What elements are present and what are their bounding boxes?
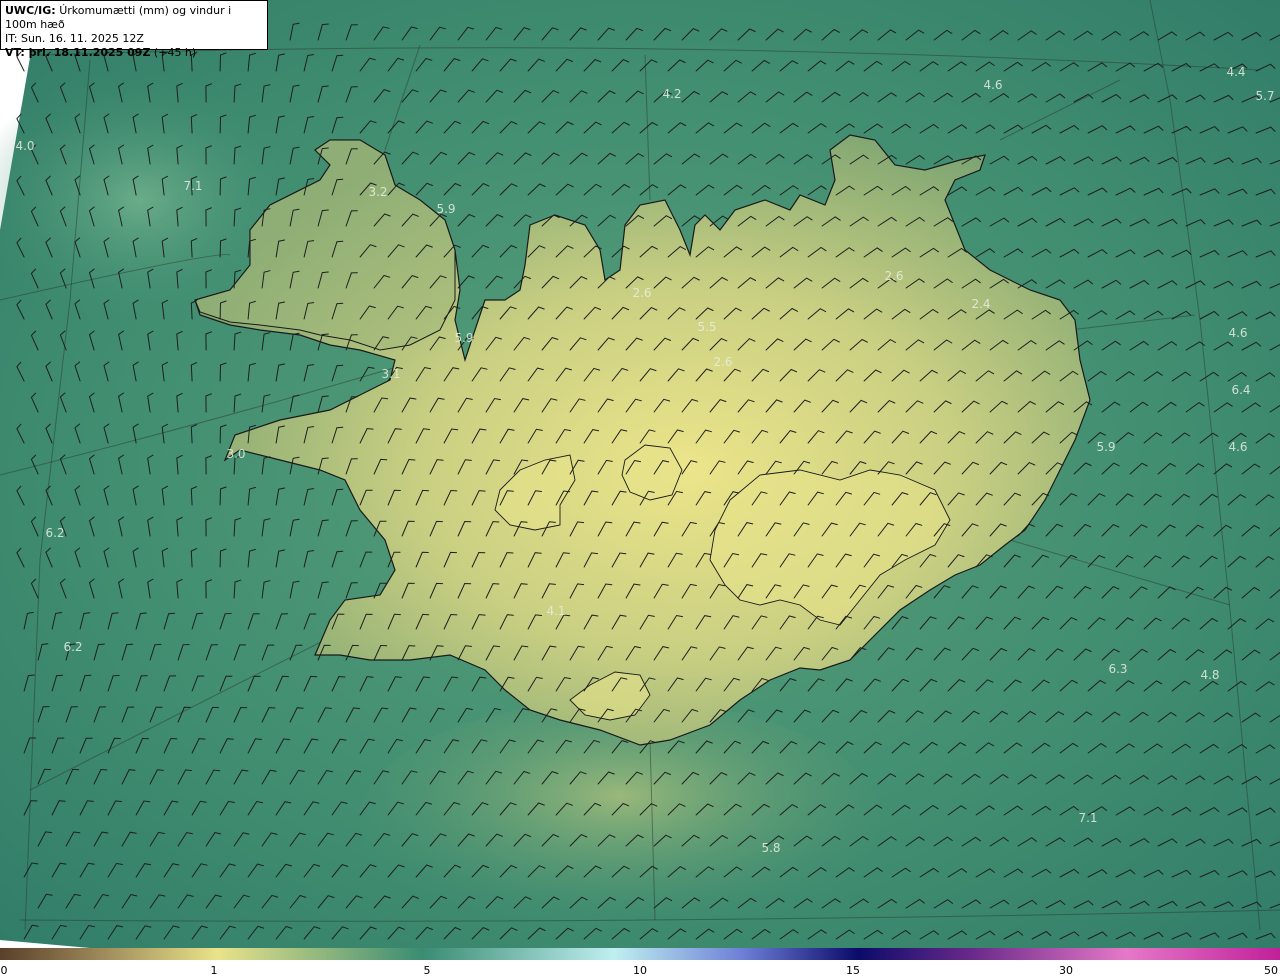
valid-time-line: VT: þri. 18.11.2025 09Z (+45 h) (5, 46, 263, 60)
colorbar-tick-label: 5 (423, 964, 431, 977)
colorbar-tick-label: 1 (210, 964, 218, 977)
initial-time: IT: Sun. 16. 11. 2025 12Z (5, 32, 144, 45)
precip-value-label: 4.2 (662, 87, 681, 101)
weather-map: 4.0 7.1 3.2 5.9 4.2 4.6 4.4 5.7 2.6 2.6 5.5 2.4 5.9 2… (0, 0, 1280, 948)
map-canvas: 4.0 7.1 3.2 5.9 4.2 4.6 4.4 5.7 2.6 2.6 5.5 2.4 5.9 2… (0, 0, 1280, 948)
colorbar-tick-label: 50 (1264, 964, 1278, 977)
precip-value-label: 2.4 (971, 297, 990, 311)
colorbar-gradient (0, 948, 1280, 960)
colorbar-tick-label: 30 (1059, 964, 1073, 977)
precip-value-label: 5.8 (761, 841, 780, 855)
precip-value-label: 4.6 (1228, 440, 1247, 454)
precip-value-label: 4.6 (1228, 326, 1247, 340)
precip-value-label: 4.0 (15, 139, 34, 153)
precip-value-label: 6.2 (45, 526, 64, 540)
precip-value-label: 2.6 (632, 286, 651, 300)
colorbar-tick-label: 15 (846, 964, 860, 977)
precip-value-label: 3.2 (368, 185, 387, 199)
precip-value-label: 2.6 (713, 355, 732, 369)
precip-value-label: 4.6 (983, 78, 1002, 92)
precip-value-label: 4.4 (1226, 65, 1245, 79)
precip-value-label: 5.7 (1255, 89, 1274, 103)
forecast-hour: (+45 h) (150, 46, 197, 59)
valid-time: VT: þri. 18.11.2025 09Z (5, 46, 151, 59)
precip-value-label: 3.1 (381, 367, 400, 381)
precip-value-label: 6.4 (1231, 383, 1250, 397)
precip-value-label: 5.9 (436, 202, 455, 216)
map-title-box: UWC/IG: Úrkomumætti (mm) og vindur i 100… (0, 0, 268, 59)
precip-value-label: 4.8 (1200, 668, 1219, 682)
precip-value-label: 5.5 (697, 320, 716, 334)
precip-value-label: 5.9 (1096, 440, 1115, 454)
precip-value-label: 5.9 (454, 331, 473, 345)
title-line: UWC/IG: Úrkomumætti (mm) og vindur i 100… (5, 4, 263, 32)
precip-value-label: 3.0 (226, 447, 245, 461)
colorbar-tick-label: 0 (0, 964, 8, 977)
colorbar-tick-label: 10 (633, 964, 647, 977)
precip-value-label: 7.1 (183, 179, 202, 193)
model-code: UWC/IG: (5, 4, 56, 17)
precip-value-label: 4.1 (546, 604, 565, 618)
precip-value-label: 6.3 (1108, 662, 1127, 676)
precip-value-label: 7.1 (1078, 811, 1097, 825)
precip-value-label: 2.6 (884, 269, 903, 283)
precip-value-label: 6.2 (63, 640, 82, 654)
